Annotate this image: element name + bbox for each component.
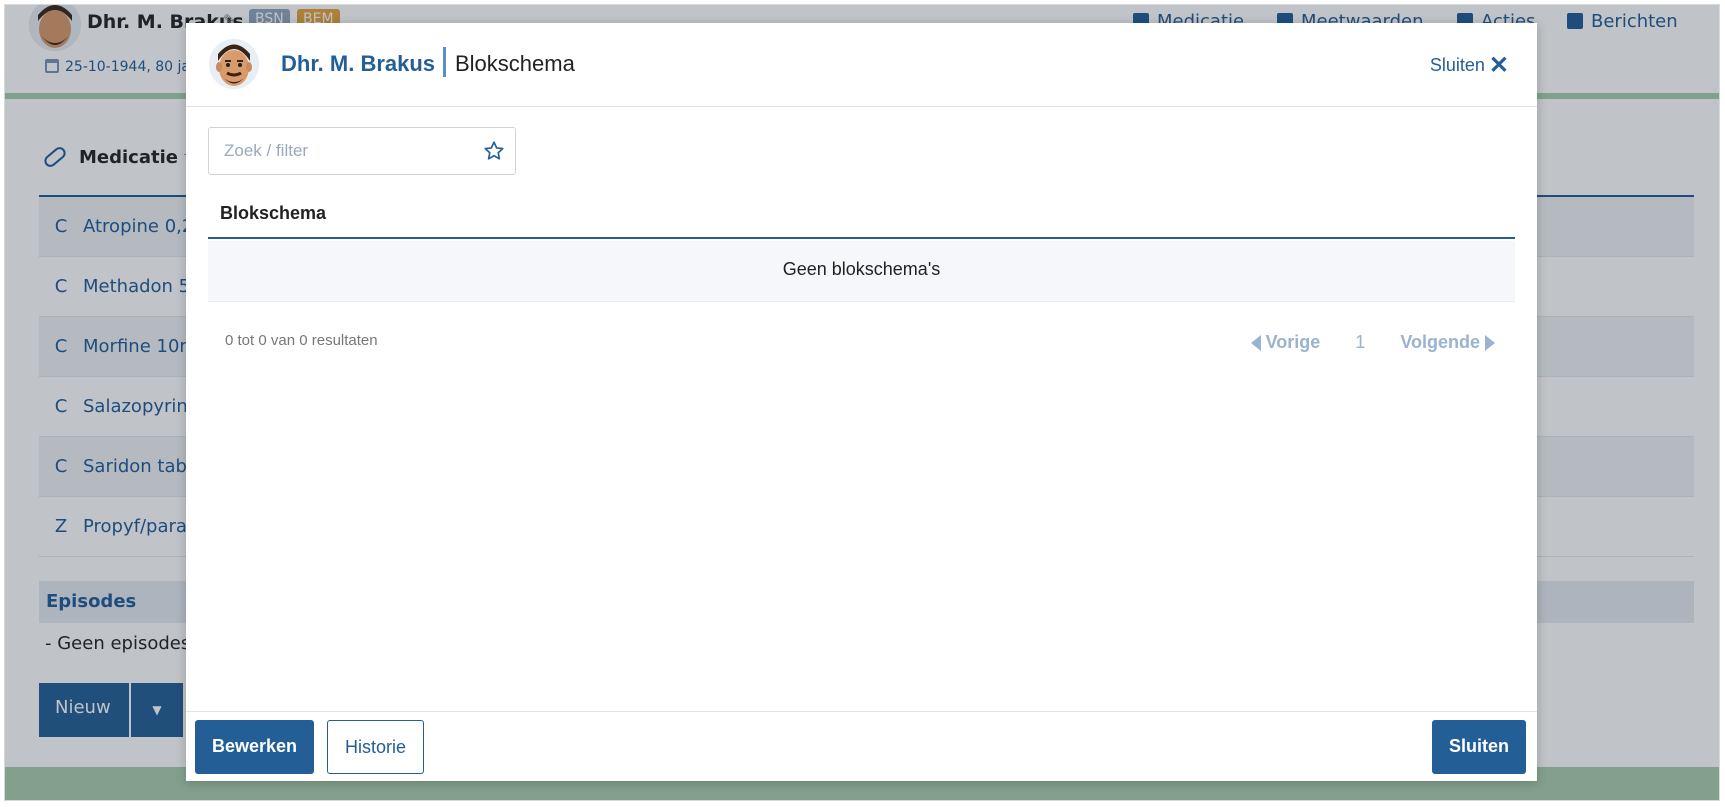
title-separator (443, 47, 446, 77)
table-header-blokschema[interactable]: Blokschema (208, 191, 1515, 239)
modal-header: Dhr. M. Brakus Blokschema Sluiten ✕ (186, 23, 1537, 107)
star-icon[interactable] (483, 140, 505, 162)
page-number[interactable]: 1 (1355, 332, 1365, 353)
previous-page-button[interactable]: Vorige (1266, 332, 1321, 353)
caret-right-icon (1485, 334, 1495, 351)
pagination: Vorige 1 Volgende (1250, 332, 1495, 353)
empty-table-message: Geen blokschema's (208, 241, 1515, 302)
result-count: 0 tot 0 van 0 resultaten (225, 332, 378, 349)
modal-patient-name: Dhr. M. Brakus (281, 51, 436, 76)
blokschema-modal: Dhr. M. Brakus Blokschema Sluiten✕ Bloks… (186, 23, 1537, 781)
next-page-button[interactable]: Volgende (1400, 332, 1480, 353)
close-button[interactable]: Sluiten (1431, 720, 1526, 774)
search-filter (208, 127, 516, 175)
close-link[interactable]: Sluiten ✕ (1430, 51, 1509, 80)
app-frame: Dhr. M. Brakus ✎ BSN BEM 25-10-1944, 80 … (4, 4, 1720, 801)
edit-button[interactable]: Bewerken (195, 720, 315, 774)
modal-footer: Bewerken Historie Sluiten (186, 711, 1537, 781)
modal-title: Blokschema (455, 51, 575, 76)
avatar-icon (209, 39, 259, 89)
history-button[interactable]: Historie (327, 720, 425, 774)
search-input[interactable] (209, 128, 469, 174)
close-icon: ✕ (1488, 52, 1509, 79)
caret-left-icon (1250, 334, 1261, 351)
